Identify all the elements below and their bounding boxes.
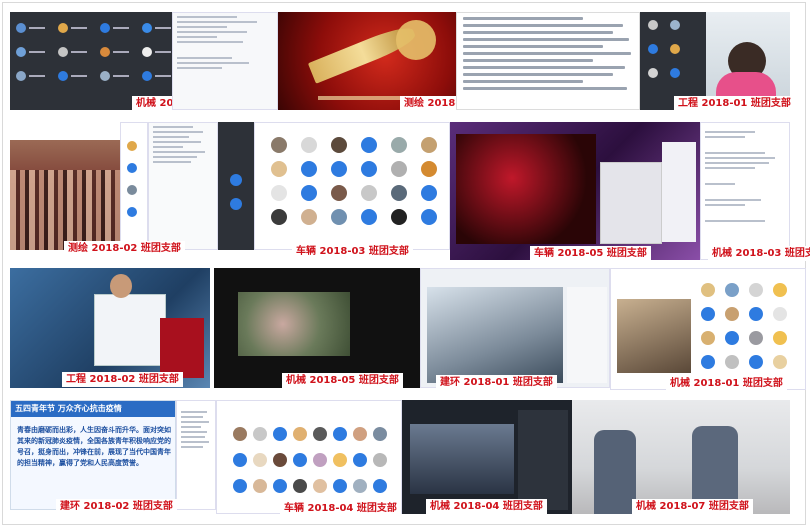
trumpet-bell-icon [389,13,443,67]
caption-r1c3: 工程 2018-01 班团支部 [674,96,795,111]
tile-r1c3-document [456,12,640,110]
avatar [391,209,407,225]
caption-r4c4: 机械 2018-07 班团支部 [632,499,753,514]
tile-r2c2-avatar-grid [254,122,450,250]
avatar [331,185,347,201]
tile-r2c1-dark-grid [218,122,254,250]
caption-r2c4: 机械 2018-03 班团支部 [708,246,810,261]
participant [16,66,56,86]
avatar [421,137,437,153]
tile-r2c1-crowd-photo [10,140,120,250]
avatar [361,137,377,153]
avatar [361,185,377,201]
avatar-grid [701,283,793,373]
tile-r4c4-photo [572,400,790,514]
avatar [271,185,287,201]
tile-r4c1-banner: 五四青年节 万众齐心抗击疫情 青春由磨砺而出彩，人生因奋斗而升华。面对突如其来的… [10,400,176,510]
avatar [331,161,347,177]
tile-r2c4-chat [700,122,790,260]
tile-r3c1-presentation [10,268,210,388]
caption-r3c3: 建环 2018-01 班团支部 [436,375,557,390]
banner-title: 五四青年节 万众齐心抗击疫情 [11,401,175,417]
participant [58,18,98,38]
speaker-figure [110,274,132,298]
avatar [301,161,317,177]
avatar [301,185,317,201]
tile-r2c1-chat-panel [120,122,148,250]
avatar [421,209,437,225]
participant [100,18,140,38]
participant [100,66,140,86]
participant [16,42,56,62]
tile-r4c3-screen-share [402,400,572,514]
avatar [391,137,407,153]
tile-r4c2-avatar-grid [216,400,402,514]
participant [100,42,140,62]
caption-r4c1: 建环 2018-02 班团支部 [56,499,177,514]
avatar [361,161,377,177]
avatar [391,185,407,201]
tile-r2c3-broadcast [450,122,700,260]
avatar [271,209,287,225]
caption-r3c2: 机械 2018-05 班团支部 [282,373,403,388]
caption-r3c4: 机械 2018-01 班团支部 [666,376,787,391]
tile-r3c3-factory [420,268,610,388]
caption-r4c3: 机械 2018-04 班团支部 [426,499,547,514]
tile-r3c4-meeting [610,268,806,390]
participant [58,42,98,62]
avatar [331,137,347,153]
participant [16,18,56,38]
avatar [421,185,437,201]
tile-r2c1-message-list [148,122,218,250]
avatar [271,137,287,153]
avatar [301,137,317,153]
tile-r3c2-video [214,268,420,388]
avatar [421,161,437,177]
caption-r2c2: 车辆 2018-03 班团支部 [292,244,413,259]
caption-r2c3: 车辆 2018-05 班团支部 [530,246,651,261]
caption-r2c1: 测绘 2018-02 班团支部 [64,241,185,256]
avatar [361,209,377,225]
tile-r1c2-chat-panel [172,12,278,110]
avatar [301,209,317,225]
tile-r4c1-file-list [176,400,216,510]
avatar [391,161,407,177]
participant [58,66,98,86]
caption-r4c2: 车辆 2018-04 班团支部 [280,501,401,516]
avatar [331,209,347,225]
banner-body: 青春由磨砺而出彩，人生因奋斗而升华。面对突如其来的新冠肺炎疫情，全国各族青年积极… [17,426,171,467]
avatar-grid [271,137,443,249]
avatar [271,161,287,177]
avatar-grid [233,427,391,497]
caption-r3c1: 工程 2018-02 班团支部 [62,372,183,387]
person-figure [594,430,636,514]
